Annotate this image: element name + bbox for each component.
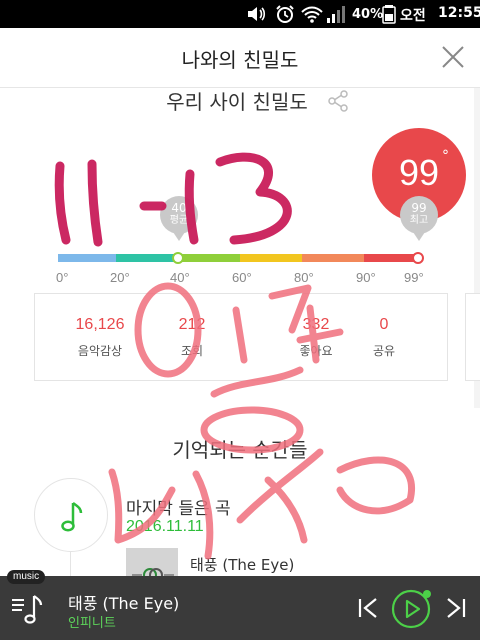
album-art-thumbnail[interactable] (126, 548, 178, 576)
clock-time: 12:55 (438, 5, 480, 21)
player-artist-name[interactable]: 인피니트 (68, 612, 116, 631)
tick-label: 90° (356, 270, 376, 285)
next-stats-card[interactable] (465, 293, 480, 381)
average-marker-label: 평균 (169, 215, 189, 226)
gauge-segment (178, 254, 240, 262)
playlist-icon[interactable] (8, 588, 48, 628)
timeline-line (70, 552, 71, 576)
music-note-icon-circle (34, 478, 108, 552)
last-song-date: 2016.11.11 (126, 518, 204, 535)
stat-label: 공유 (372, 344, 396, 358)
tick-label: 99° (404, 270, 424, 285)
average-dot (172, 252, 184, 264)
max-dot (412, 252, 424, 264)
stat-value: 212 (178, 316, 206, 333)
stat-listen: 16,126 음악감상 (55, 316, 145, 359)
stat-share: 0 공유 (339, 316, 429, 359)
previous-track-icon[interactable] (354, 594, 382, 622)
gauge-segment (58, 254, 116, 262)
max-marker: 99 최고 (400, 196, 438, 241)
max-marker-label: 최고 (409, 215, 429, 226)
status-bar: 40% 오전 12:55 (0, 0, 480, 28)
average-marker-value: 40 (171, 201, 187, 215)
degree-symbol: ° (442, 148, 449, 164)
close-icon[interactable] (438, 42, 468, 72)
signal-icon (327, 6, 345, 23)
tick-label: 80° (294, 270, 314, 285)
page-title: 나와의 친밀도 (181, 48, 299, 72)
content-area[interactable]: 우리 사이 친밀도 99 ° 40 평균 99 최고 0° 20° 40° 60… (0, 88, 480, 576)
battery-icon (382, 5, 396, 24)
moments-title: 기억되는 순간들 (172, 438, 308, 462)
next-track-icon[interactable] (442, 594, 470, 622)
volume-icon (248, 7, 266, 21)
alarm-clock-icon (276, 5, 294, 23)
intimacy-section-title: 우리 사이 친밀도 (166, 90, 308, 114)
average-marker: 40 평균 (160, 196, 198, 241)
last-song-title[interactable]: 태풍 (The Eye) (190, 554, 294, 575)
header: 나와의 친밀도 (0, 28, 480, 88)
tick-label: 20° (110, 270, 130, 285)
music-note-icon (61, 501, 83, 532)
music-badge: music (7, 570, 46, 584)
gauge-segment (116, 254, 178, 262)
tick-label: 60° (232, 270, 252, 285)
play-button[interactable] (388, 586, 434, 632)
stat-view: 212 조회 (147, 316, 237, 359)
intimacy-score: 99 (398, 152, 440, 193)
intimacy-card: 우리 사이 친밀도 99 ° 40 평균 99 최고 0° 20° 40° 60… (0, 88, 480, 418)
stat-label: 음악감상 (77, 344, 123, 358)
gauge-segment (302, 254, 364, 262)
battery-percent: 40% (352, 7, 384, 22)
stat-label: 조회 (180, 344, 204, 358)
stat-value: 0 (379, 316, 389, 333)
moments-card: 기억되는 순간들 마지막 들은 곡 2016.11.11 태풍 (The Eye… (0, 408, 480, 576)
player-song-title[interactable]: 태풍 (The Eye) (68, 590, 179, 614)
tick-label: 0° (56, 270, 69, 285)
wifi-icon (301, 6, 323, 23)
last-song-label: 마지막 들은 곡 (126, 499, 231, 519)
tick-label: 40° (170, 270, 190, 285)
share-icon[interactable] (327, 90, 349, 112)
progress-dot (423, 590, 431, 598)
clock-ampm: 오전 (400, 8, 426, 24)
stat-value: 16,126 (75, 316, 125, 333)
max-marker-value: 99 (411, 201, 427, 215)
album-art-image (126, 548, 178, 576)
gauge-segment (240, 254, 302, 262)
stats-box: 16,126 음악감상 212 조회 332 좋아요 0 공유 (34, 293, 448, 381)
